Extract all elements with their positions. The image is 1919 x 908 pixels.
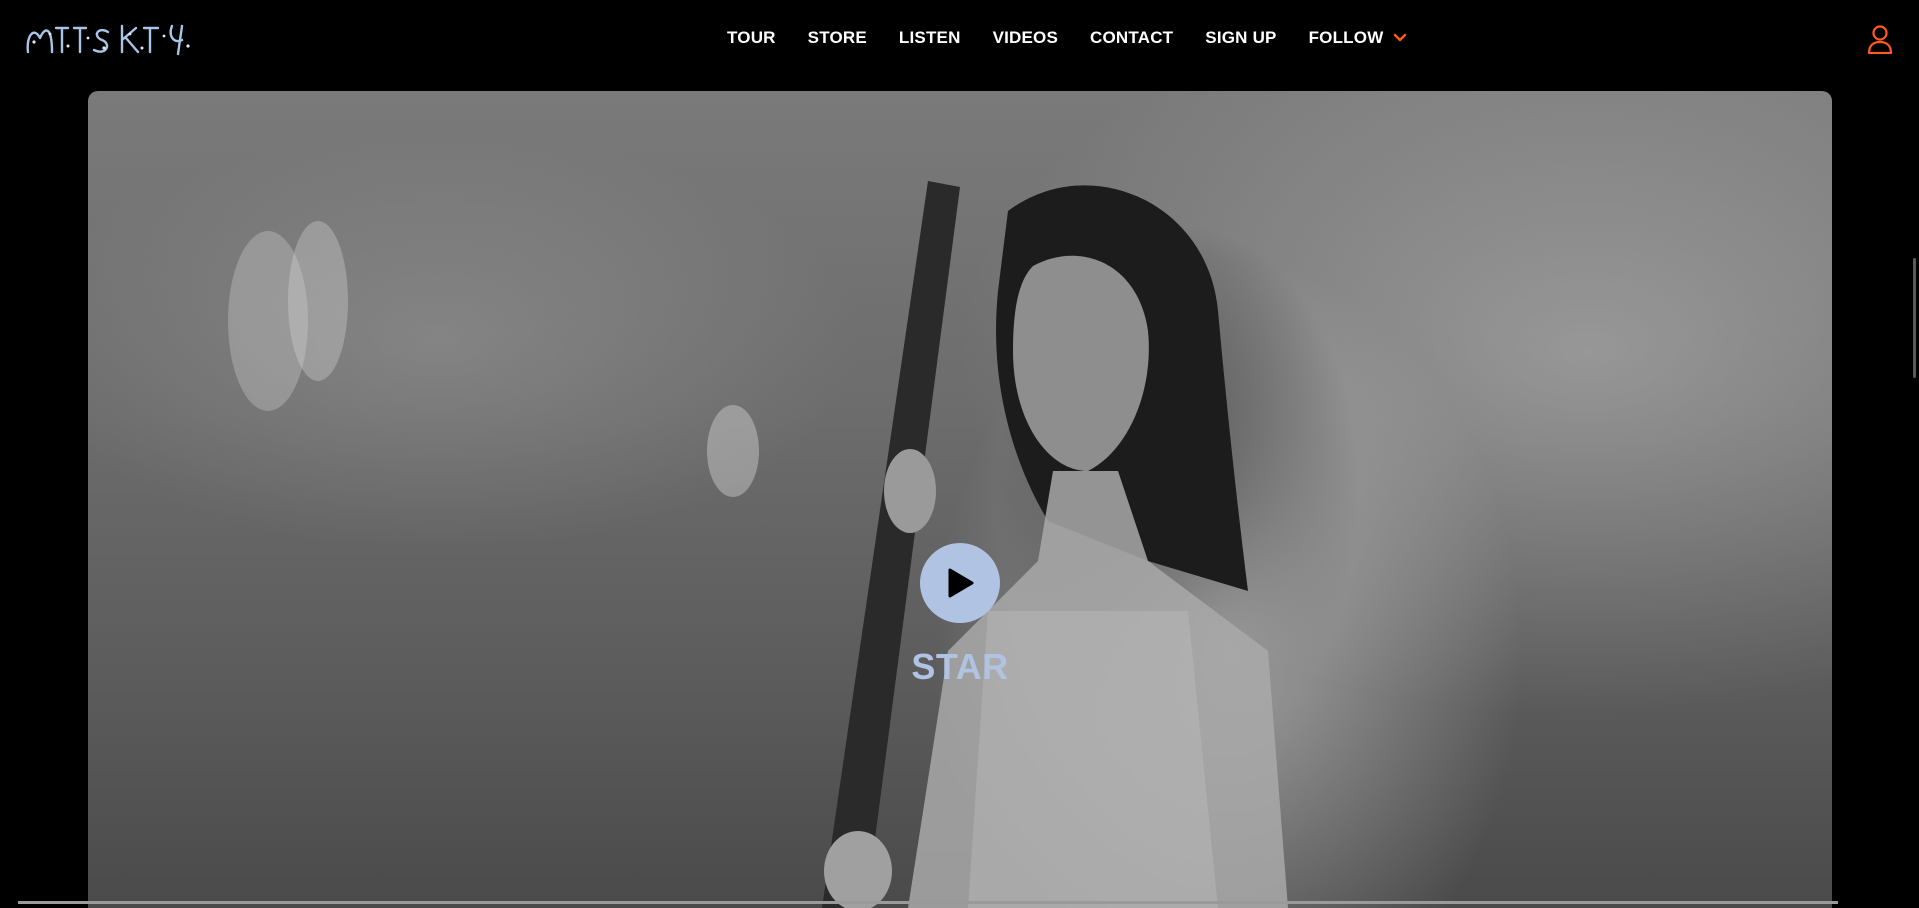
nav-listen[interactable]: LISTEN: [899, 28, 961, 48]
nav-tour[interactable]: TOUR: [727, 28, 776, 48]
nav-contact[interactable]: CONTACT: [1090, 28, 1173, 48]
logo[interactable]: [22, 18, 204, 62]
video-title[interactable]: STAR: [880, 646, 1040, 688]
site-header: TOUR STORE LISTEN VIDEOS CONTACT SIGN UP…: [0, 0, 1919, 76]
nav-follow[interactable]: FOLLOW: [1309, 28, 1408, 48]
scrollbar[interactable]: [1913, 258, 1916, 378]
nav-store[interactable]: STORE: [808, 28, 867, 48]
progress-bar: [18, 901, 1838, 904]
video-hero[interactable]: STAR: [88, 91, 1832, 908]
chevron-down-icon: [1394, 33, 1407, 42]
main-nav: TOUR STORE LISTEN VIDEOS CONTACT SIGN UP…: [727, 24, 1407, 52]
nav-videos[interactable]: VIDEOS: [993, 28, 1058, 48]
hero-image: [228, 181, 1288, 908]
nav-sign-up[interactable]: SIGN UP: [1205, 28, 1276, 48]
play-icon: [948, 568, 974, 598]
nav-follow-label: FOLLOW: [1308, 28, 1384, 47]
user-icon[interactable]: [1867, 24, 1893, 54]
play-button[interactable]: [920, 543, 1000, 623]
